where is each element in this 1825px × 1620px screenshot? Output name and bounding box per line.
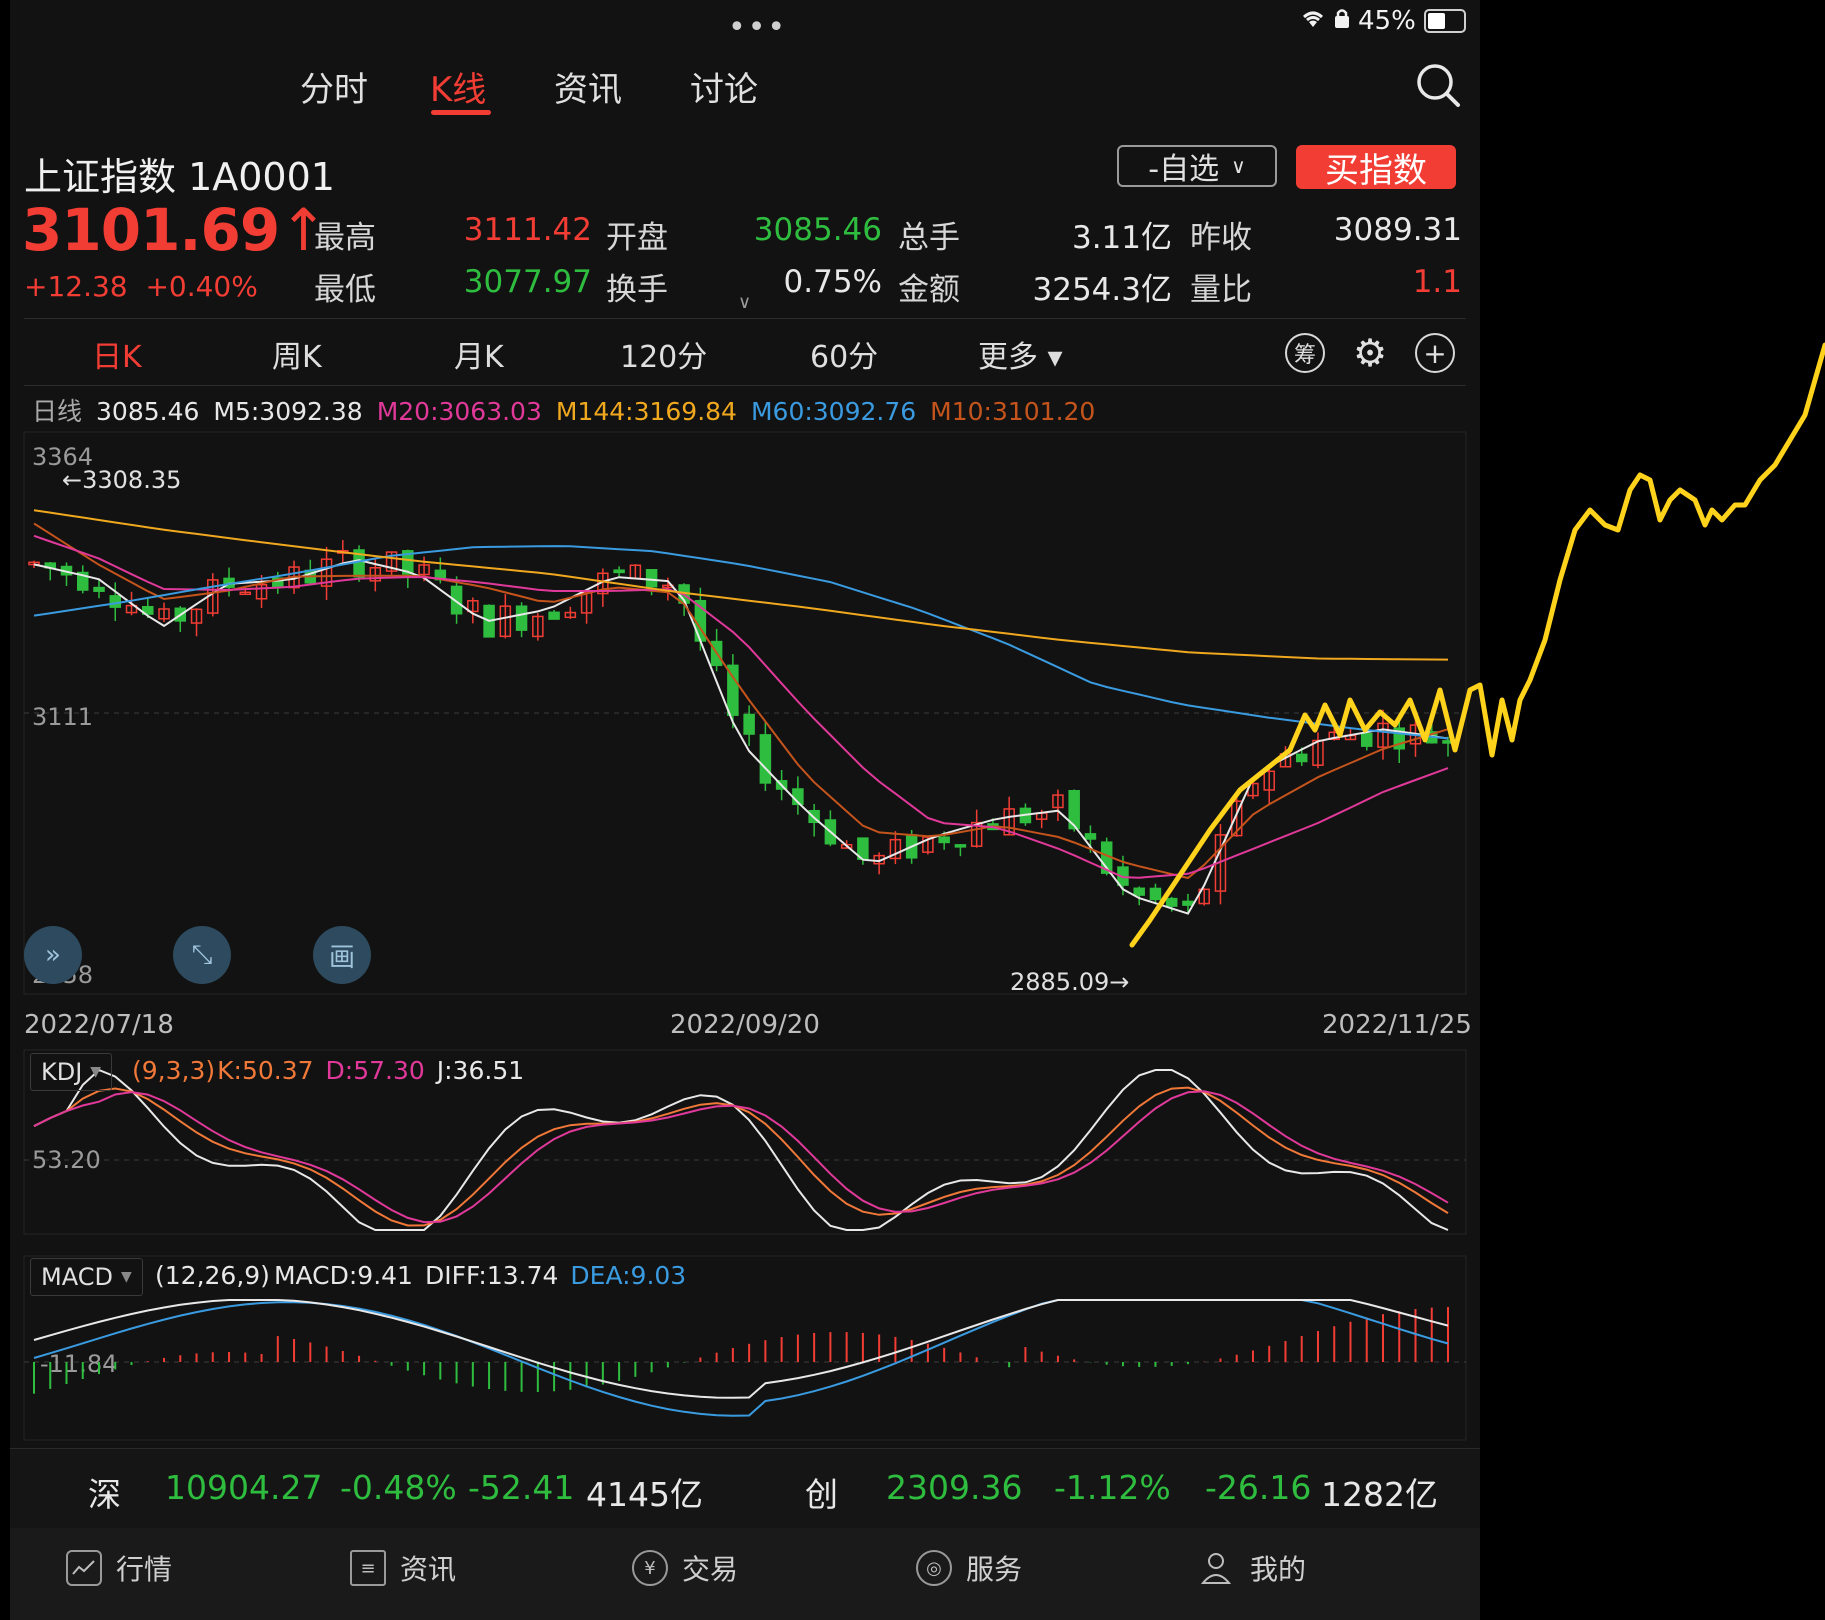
hand-drawn-projection-line [1129,342,1825,948]
hand-drawing-overlay [1129,342,1825,948]
